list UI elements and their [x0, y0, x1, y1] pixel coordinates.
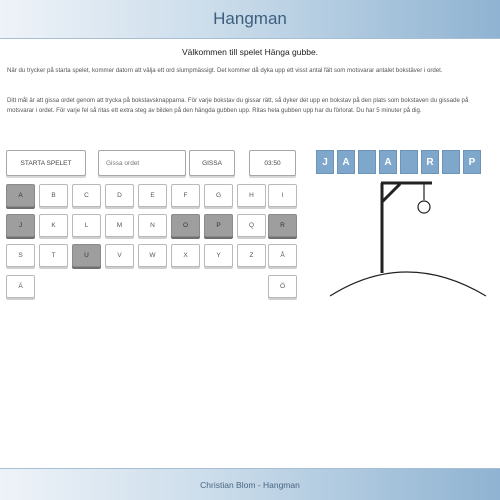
hangman-head [417, 200, 431, 214]
header: Hangman [0, 0, 500, 39]
key-u[interactable]: U [72, 244, 101, 267]
word-slots: JAARP [316, 150, 484, 174]
key-l[interactable]: L [72, 214, 101, 237]
key-g[interactable]: G [204, 184, 233, 207]
key-x[interactable]: X [171, 244, 200, 267]
key-e[interactable]: E [138, 184, 167, 207]
key-r[interactable]: R [268, 214, 297, 237]
key-f[interactable]: F [171, 184, 200, 207]
key-t[interactable]: T [39, 244, 68, 267]
key-å[interactable]: Å [268, 244, 297, 267]
key-k[interactable]: K [39, 214, 68, 237]
key-h[interactable]: H [237, 184, 266, 207]
key-d[interactable]: D [105, 184, 134, 207]
letter-slot: R [421, 150, 439, 174]
letter-slot [442, 150, 460, 174]
guess-word-placeholder: Gissa ordet [106, 159, 140, 167]
letter-slot [400, 150, 418, 174]
key-v[interactable]: V [105, 244, 134, 267]
hill [329, 271, 487, 297]
footer-text: Christian Blom - Hangman [200, 479, 300, 490]
key-s[interactable]: S [6, 244, 35, 267]
letter-slot: A [379, 150, 397, 174]
key-p[interactable]: P [204, 214, 233, 237]
timer-display: 03:50 [249, 150, 296, 176]
key-w[interactable]: W [138, 244, 167, 267]
key-m[interactable]: M [105, 214, 134, 237]
letter-slot: P [463, 150, 481, 174]
guess-button[interactable]: GISSA [189, 150, 235, 176]
key-n[interactable]: N [138, 214, 167, 237]
key-j[interactable]: J [6, 214, 35, 237]
gallows-drawing [329, 181, 487, 297]
intro-paragraph-2: Ditt mål är att gissa ordet genom att tr… [7, 97, 469, 114]
key-q[interactable]: Q [237, 214, 266, 237]
letter-slot: A [337, 150, 355, 174]
key-c[interactable]: C [72, 184, 101, 207]
gallows-brace [380, 182, 402, 204]
letter-slot [358, 150, 376, 174]
key-ö[interactable]: Ö [268, 275, 297, 298]
key-z[interactable]: Z [237, 244, 266, 267]
start-game-button[interactable]: STARTA SPELET [6, 150, 86, 176]
key-a[interactable]: A [6, 184, 35, 207]
app-title: Hangman [213, 9, 287, 28]
letter-slot: J [316, 150, 334, 174]
key-ä[interactable]: Ä [6, 275, 35, 298]
footer: Christian Blom - Hangman [0, 468, 500, 500]
key-o[interactable]: O [171, 214, 200, 237]
guess-word-input[interactable]: Gissa ordet [98, 150, 186, 176]
key-b[interactable]: B [39, 184, 68, 207]
key-y[interactable]: Y [204, 244, 233, 267]
welcome-heading: Välkommen till spelet Hänga gubbe. [181, 47, 319, 57]
intro-paragraph-1: När du trycker på starta spelet, kommer … [7, 67, 443, 74]
key-i[interactable]: I [268, 184, 297, 207]
